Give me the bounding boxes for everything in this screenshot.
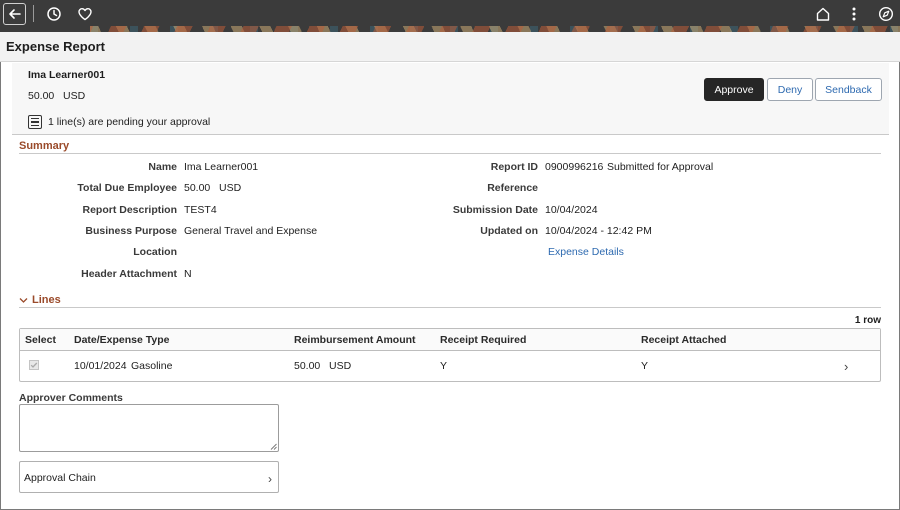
- top-banner: [0, 0, 900, 32]
- expense-details-link[interactable]: Expense Details: [548, 246, 624, 258]
- row-receipt-attached: Y: [641, 360, 649, 372]
- employee-name: Ima Learner001: [28, 69, 106, 81]
- business-purpose-label: Business Purpose: [85, 225, 177, 237]
- row-expense-type: Gasoline: [131, 360, 173, 372]
- business-purpose-value: General Travel and Expense: [184, 225, 318, 237]
- nav-divider: [33, 5, 34, 22]
- lines-divider: [19, 307, 881, 308]
- row-select-checkbox[interactable]: [29, 360, 39, 370]
- total-due-value: 50.00 USD: [184, 182, 242, 194]
- submission-date-label: Submission Date: [452, 204, 538, 216]
- lines-heading: Lines: [32, 294, 61, 306]
- chevron-right-icon: ›: [268, 472, 272, 486]
- updated-on-label: Updated on: [480, 225, 538, 237]
- approver-comments-field[interactable]: [19, 404, 279, 452]
- home-icon[interactable]: [812, 3, 834, 25]
- chevron-right-icon[interactable]: ›: [844, 359, 848, 374]
- reference-label: Reference: [487, 182, 538, 194]
- resize-grip-icon[interactable]: [270, 443, 277, 450]
- title-bar: Expense Report: [0, 32, 900, 62]
- pending-text: 1 line(s) are pending your approval: [48, 116, 211, 128]
- column-header-receipt-required: Receipt Required: [440, 334, 527, 346]
- summary-divider: [19, 153, 881, 154]
- location-label: Location: [133, 246, 177, 258]
- summary-heading: Summary: [19, 140, 70, 152]
- chevron-down-icon: [19, 297, 28, 303]
- total-due-label: Total Due Employee: [77, 182, 177, 194]
- approval-chain-label: Approval Chain: [24, 472, 96, 484]
- name-label: Name: [148, 161, 177, 173]
- sendback-button[interactable]: Sendback: [815, 78, 882, 101]
- page-title: Expense Report: [6, 39, 105, 54]
- pending-lines-notice: 1 line(s) are pending your approval: [28, 115, 210, 129]
- more-vertical-icon[interactable]: [843, 3, 865, 25]
- approver-comments-label: Approver Comments: [19, 392, 123, 404]
- header-attachment-value: N: [184, 268, 192, 280]
- row-receipt-required: Y: [440, 360, 448, 372]
- column-header-receipt-attached: Receipt Attached: [641, 334, 727, 346]
- row-date: 10/01/2024: [74, 360, 127, 372]
- favorite-heart-icon[interactable]: [74, 3, 96, 25]
- table-header: Select Date/Expense Type Reimbursement A…: [20, 329, 880, 351]
- column-header-reimbursement: Reimbursement Amount: [294, 334, 416, 346]
- lines-list-icon: [28, 115, 42, 129]
- navigator-compass-icon[interactable]: [875, 3, 897, 25]
- report-amount: 50.00 USD: [28, 90, 86, 102]
- column-header-date-type: Date/Expense Type: [74, 334, 170, 346]
- name-value: Ima Learner001: [184, 161, 259, 173]
- report-id-label: Report ID: [490, 161, 538, 173]
- approve-button[interactable]: Approve: [704, 78, 764, 101]
- row-amount: 50.00 USD: [294, 360, 352, 372]
- report-id-value: 0900996216: [545, 161, 604, 173]
- lines-table: Select Date/Expense Type Reimbursement A…: [19, 328, 881, 382]
- report-description-label: Report Description: [82, 204, 177, 216]
- history-clock-icon[interactable]: [43, 3, 65, 25]
- approval-chain-button[interactable]: Approval Chain ›: [19, 461, 279, 493]
- back-arrow-icon[interactable]: [3, 3, 26, 25]
- deny-button[interactable]: Deny: [767, 78, 813, 101]
- lines-section-toggle[interactable]: Lines: [19, 294, 61, 306]
- submission-date-value: 10/04/2024: [545, 204, 598, 216]
- updated-on-value: 10/04/2024 - 12:42 PM: [545, 225, 652, 237]
- header-attachment-label: Header Attachment: [81, 268, 177, 280]
- report-status: Submitted for Approval: [607, 161, 714, 173]
- column-header-select: Select: [25, 334, 56, 346]
- report-header-card: Ima Learner001 50.00 USD 1 line(s) are p…: [12, 63, 889, 135]
- row-count: 1 row: [854, 315, 881, 326]
- report-description-value: TEST4: [184, 204, 217, 216]
